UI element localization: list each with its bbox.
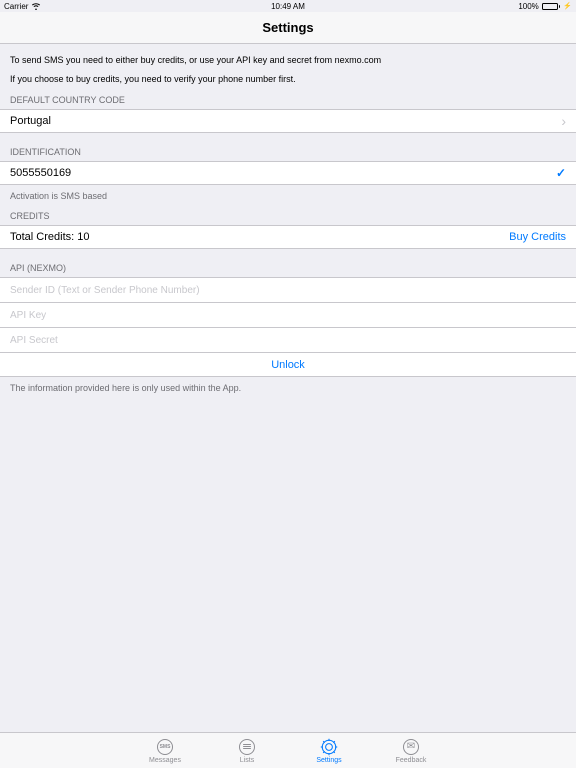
credits-row: Total Credits: 10 Buy Credits xyxy=(0,225,576,249)
default-country-row[interactable]: Portugal › xyxy=(0,109,576,133)
identification-header: IDENTIFICATION xyxy=(0,133,576,161)
envelope-icon xyxy=(402,738,420,756)
identification-footer: Activation is SMS based xyxy=(0,185,576,207)
settings-content: To send SMS you need to either buy credi… xyxy=(0,44,576,732)
credits-value: Total Credits: 10 xyxy=(10,231,89,243)
identification-value: 5055550169 xyxy=(10,167,71,179)
status-left: Carrier xyxy=(4,2,41,11)
page-title: Settings xyxy=(262,20,313,35)
tab-settings[interactable]: Settings xyxy=(307,738,351,764)
info-line-2: If you choose to buy credits, you need t… xyxy=(10,73,566,86)
status-bar: Carrier 10:49 AM 100% ⚡ xyxy=(0,0,576,12)
info-line-1: To send SMS you need to either buy credi… xyxy=(10,54,566,67)
credits-header: CREDITS xyxy=(0,207,576,225)
buy-credits-button[interactable]: Buy Credits xyxy=(509,231,566,243)
status-time: 10:49 AM xyxy=(271,2,305,11)
battery-icon xyxy=(542,3,561,10)
gear-icon xyxy=(320,738,338,756)
tab-messages[interactable]: SMS Messages xyxy=(143,738,187,764)
tab-feedback[interactable]: Feedback xyxy=(389,738,433,764)
battery-percent: 100% xyxy=(518,2,538,11)
sender-id-input[interactable] xyxy=(10,278,566,302)
privacy-footer: The information provided here is only us… xyxy=(0,377,576,399)
tab-settings-label: Settings xyxy=(316,757,341,764)
unlock-button[interactable]: Unlock xyxy=(271,359,305,371)
status-right: 100% ⚡ xyxy=(518,2,572,11)
charging-icon: ⚡ xyxy=(563,2,572,10)
api-secret-input[interactable] xyxy=(10,328,566,352)
tab-feedback-label: Feedback xyxy=(396,757,427,764)
default-country-header: DEFAULT COUNTRY CODE xyxy=(0,91,576,109)
tab-lists[interactable]: Lists xyxy=(225,738,269,764)
tab-bar: SMS Messages Lists Settings xyxy=(0,732,576,768)
api-key-input[interactable] xyxy=(10,303,566,327)
default-country-value: Portugal xyxy=(10,115,51,127)
wifi-icon xyxy=(31,2,41,10)
api-header: API (NEXMO) xyxy=(0,249,576,277)
chevron-right-icon: › xyxy=(561,113,566,129)
sender-id-row[interactable] xyxy=(0,277,576,303)
api-key-row[interactable] xyxy=(0,303,576,328)
nav-bar: Settings xyxy=(0,12,576,44)
carrier-label: Carrier xyxy=(4,2,28,11)
list-icon xyxy=(238,738,256,756)
api-secret-row[interactable] xyxy=(0,328,576,353)
unlock-row[interactable]: Unlock xyxy=(0,353,576,377)
tab-lists-label: Lists xyxy=(240,757,254,764)
identification-row[interactable]: 5055550169 ✓ xyxy=(0,161,576,185)
tab-messages-label: Messages xyxy=(149,757,181,764)
checkmark-icon: ✓ xyxy=(556,166,566,180)
sms-icon: SMS xyxy=(156,738,174,756)
info-text-block: To send SMS you need to either buy credi… xyxy=(0,44,576,85)
